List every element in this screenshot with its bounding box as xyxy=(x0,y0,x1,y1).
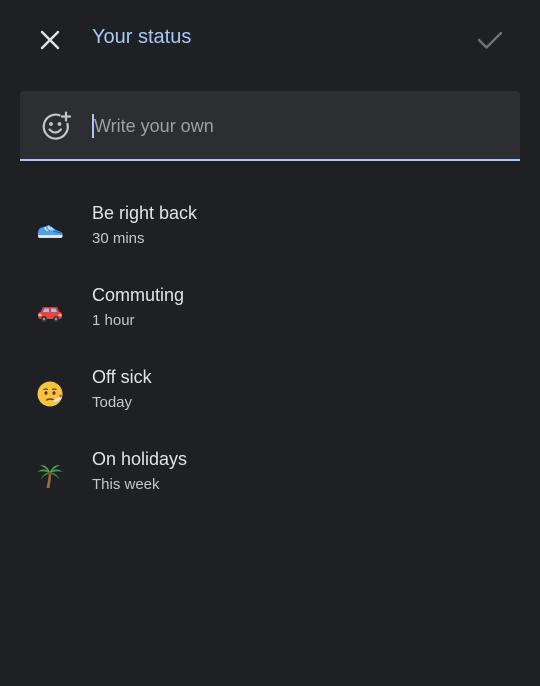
add-emoji-button[interactable] xyxy=(38,108,74,144)
text-cursor xyxy=(92,114,94,138)
status-item-off-sick[interactable]: Off sick Today xyxy=(0,352,540,434)
sick-face-icon xyxy=(30,374,70,414)
close-button[interactable] xyxy=(30,20,70,60)
check-icon xyxy=(477,31,503,49)
status-title: Off sick xyxy=(92,367,152,387)
status-duration: Today xyxy=(92,394,133,411)
add-emoji-icon xyxy=(42,111,72,140)
status-text-input[interactable] xyxy=(91,112,494,140)
status-title: On holidays xyxy=(92,449,188,469)
status-duration: This week xyxy=(92,476,160,493)
confirm-button[interactable] xyxy=(470,20,510,60)
status-title: Commuting xyxy=(92,285,185,305)
page-title: Your status xyxy=(92,26,192,48)
preset-status-list: Be right back 30 mins Commuting 1 hour O… xyxy=(0,188,540,516)
status-item-be-right-back[interactable]: Be right back 30 mins xyxy=(0,188,540,270)
status-item-on-holidays[interactable]: On holidays This week xyxy=(0,434,540,516)
close-icon xyxy=(40,30,60,50)
running-shoe-icon xyxy=(30,210,70,250)
palm-tree-icon xyxy=(30,456,70,496)
car-icon xyxy=(30,292,70,332)
status-item-commuting[interactable]: Commuting 1 hour xyxy=(0,270,540,352)
status-duration: 1 hour xyxy=(92,312,135,329)
status-duration: 30 mins xyxy=(92,230,145,247)
status-title: Be right back xyxy=(92,203,198,223)
app-bar: Your status xyxy=(0,0,540,76)
status-input-container xyxy=(20,91,520,161)
